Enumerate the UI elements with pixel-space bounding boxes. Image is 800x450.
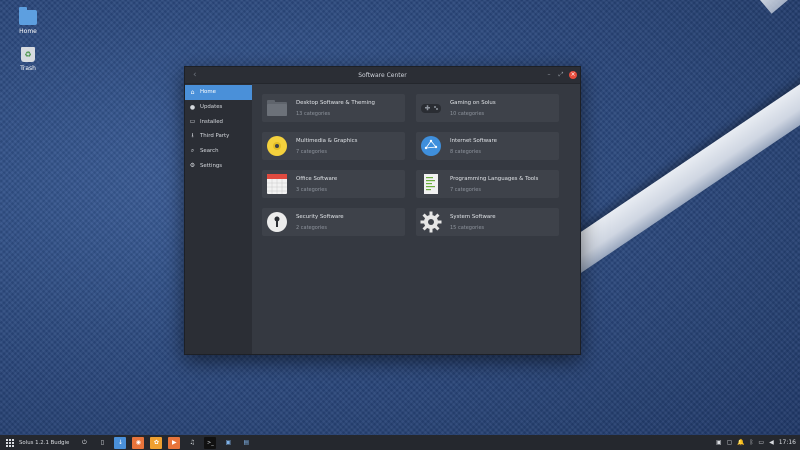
category-card-gaming[interactable]: Gaming on Solus 10 categories bbox=[416, 94, 559, 122]
category-card-desktop[interactable]: Desktop Software & Theming 13 categories bbox=[262, 94, 405, 122]
category-card-security[interactable]: Security Software 2 categories bbox=[262, 208, 405, 236]
gear-icon bbox=[420, 211, 442, 233]
sidebar: ⌂ Home ● Updates ▭ Installed ⭳ Third Par… bbox=[185, 84, 252, 354]
home-icon: ⌂ bbox=[190, 88, 195, 96]
sidebar-item-label: Settings bbox=[200, 162, 223, 169]
sidebar-item-label: Third Party bbox=[200, 133, 230, 140]
updates-icon: ● bbox=[189, 103, 196, 111]
category-count: 3 categories bbox=[296, 186, 327, 193]
desktop-trash-icon[interactable]: ♻ Trash bbox=[8, 47, 48, 72]
app-grid-icon bbox=[6, 438, 14, 447]
category-title: Office Software bbox=[296, 175, 338, 182]
folder-icon bbox=[19, 7, 37, 25]
category-count: 8 categories bbox=[450, 148, 481, 155]
category-title: Multimedia & Graphics bbox=[296, 137, 358, 144]
app-menu-button[interactable]: Solus 1.2.1 Budgie bbox=[0, 438, 70, 447]
desktop-folder-icon bbox=[266, 97, 288, 119]
close-button[interactable]: × bbox=[569, 71, 577, 79]
titlebar: ‹ Software Center – ⤢ × bbox=[185, 67, 580, 84]
firefox-icon[interactable]: ◉ bbox=[132, 436, 145, 449]
sidebar-item-third-party[interactable]: ⭳ Third Party bbox=[185, 129, 252, 144]
category-count: 7 categories bbox=[296, 148, 327, 155]
category-card-multimedia[interactable]: Multimedia & Graphics 7 categories bbox=[262, 132, 405, 160]
desktop-home-icon[interactable]: Home bbox=[8, 7, 48, 35]
category-title: Internet Software bbox=[450, 137, 497, 144]
software-center-icon[interactable]: ↓ bbox=[114, 436, 127, 449]
menu-label: Solus 1.2.1 Budgie bbox=[19, 439, 70, 446]
calendar-icon bbox=[266, 173, 288, 195]
music-icon[interactable]: ♫ bbox=[186, 437, 198, 449]
search-icon: ⌕ bbox=[190, 147, 195, 155]
wallpaper-book-corner bbox=[760, 0, 800, 14]
rhythmbox-icon[interactable]: ▶ bbox=[168, 436, 181, 449]
terminal-icon[interactable]: >_ bbox=[204, 436, 217, 449]
files-icon[interactable]: ▯ bbox=[96, 437, 108, 449]
category-card-internet[interactable]: Internet Software 8 categories bbox=[416, 132, 559, 160]
software-window-icon[interactable]: ▣ bbox=[222, 437, 234, 449]
bluetooth-icon[interactable]: ᛒ bbox=[750, 439, 754, 446]
desktop-home-label: Home bbox=[19, 28, 37, 35]
sidebar-item-label: Home bbox=[200, 89, 216, 96]
software-center-window: ‹ Software Center – ⤢ × ⌂ Home ● Updates… bbox=[184, 66, 581, 355]
taskbar: Solus 1.2.1 Budgie ⏻ ▯ ↓ ◉ ✿ ▶ ♫ >_ ▣ ▤ … bbox=[0, 435, 800, 450]
window-icon[interactable]: ▣ bbox=[716, 439, 722, 446]
category-title: Gaming on Solus bbox=[450, 99, 496, 106]
volume-icon[interactable]: ◀ bbox=[769, 439, 774, 446]
gamepad-icon bbox=[420, 97, 442, 119]
category-title: System Software bbox=[450, 213, 496, 220]
category-count: 13 categories bbox=[296, 110, 331, 117]
category-card-programming[interactable]: Programming Languages & Tools 7 categori… bbox=[416, 170, 559, 198]
clock[interactable]: 17:16 bbox=[779, 439, 796, 446]
category-card-office[interactable]: Office Software 3 categories bbox=[262, 170, 405, 198]
hexchat-icon[interactable]: ✿ bbox=[150, 436, 163, 449]
code-document-icon bbox=[420, 173, 442, 195]
category-count: 10 categories bbox=[450, 110, 485, 117]
back-button[interactable]: ‹ bbox=[193, 67, 197, 84]
disc-icon bbox=[266, 135, 288, 157]
trash-icon: ♻ bbox=[21, 47, 35, 62]
sidebar-item-label: Installed bbox=[200, 118, 223, 125]
category-card-system[interactable]: System Software 15 categories bbox=[416, 208, 559, 236]
main-content: Desktop Software & Theming 13 categories… bbox=[252, 84, 580, 354]
category-title: Security Software bbox=[296, 213, 344, 220]
sidebar-item-updates[interactable]: ● Updates bbox=[185, 100, 252, 115]
monitor-icon: ▭ bbox=[189, 118, 196, 126]
sidebar-item-settings[interactable]: ⚙ Settings bbox=[185, 158, 252, 173]
window-title: Software Center bbox=[358, 72, 407, 79]
sidebar-item-installed[interactable]: ▭ Installed bbox=[185, 114, 252, 129]
sidebar-item-label: Search bbox=[200, 148, 219, 155]
sidebar-item-label: Updates bbox=[200, 104, 223, 111]
minimize-button[interactable]: – bbox=[545, 71, 553, 79]
settings-icon: ⚙ bbox=[189, 162, 196, 170]
category-count: 15 categories bbox=[450, 224, 485, 231]
download-icon: ⭳ bbox=[191, 132, 194, 140]
folder-window-icon[interactable]: ▤ bbox=[240, 437, 252, 449]
network-icon[interactable]: ▭ bbox=[758, 439, 764, 446]
maximize-button[interactable]: ⤢ bbox=[557, 71, 565, 79]
category-title: Programming Languages & Tools bbox=[450, 175, 539, 182]
category-title: Desktop Software & Theming bbox=[296, 99, 375, 106]
sidebar-item-home[interactable]: ⌂ Home bbox=[185, 85, 252, 100]
category-count: 2 categories bbox=[296, 224, 327, 231]
network-globe-icon bbox=[420, 135, 442, 157]
system-tray: ▣ ▢ 🔔 ᛒ ▭ ◀ 17:16 bbox=[716, 439, 800, 446]
category-count: 7 categories bbox=[450, 186, 481, 193]
desktop-trash-label: Trash bbox=[20, 65, 36, 72]
bell-icon[interactable]: 🔔 bbox=[737, 439, 744, 446]
sidebar-item-search[interactable]: ⌕ Search bbox=[185, 144, 252, 159]
chat-icon[interactable]: ▢ bbox=[727, 439, 733, 446]
keyhole-icon bbox=[266, 211, 288, 233]
power-icon[interactable]: ⏻ bbox=[78, 437, 90, 449]
